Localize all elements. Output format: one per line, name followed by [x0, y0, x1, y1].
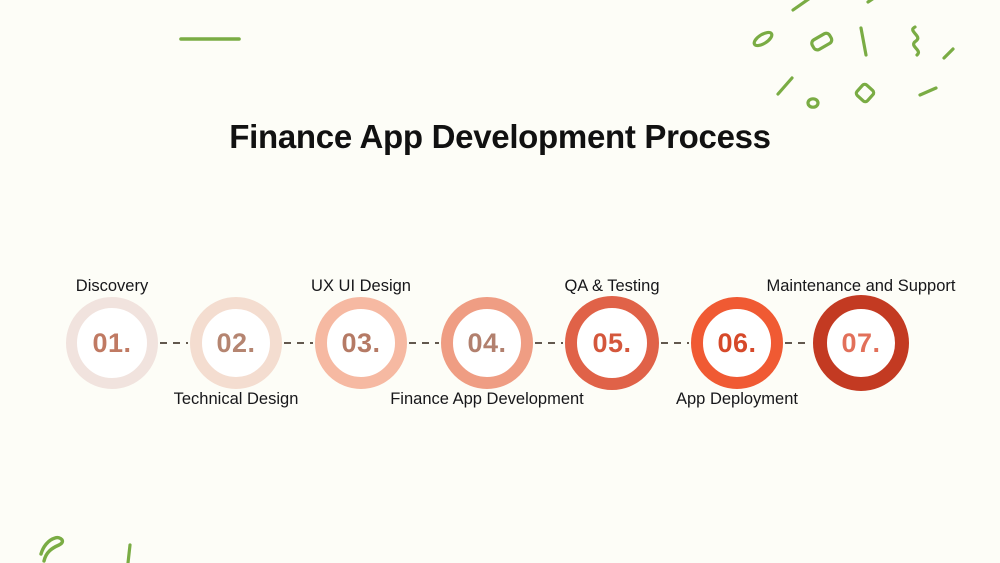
process-timeline: 01. Discovery 02. Technical Design 03. UX UI … [0, 0, 1000, 563]
step-circle-3[interactable]: 03. [315, 297, 407, 389]
step-label-2: Technical Design [173, 390, 299, 408]
step-number-1: 01. [92, 327, 132, 358]
step-label-5: QA & Testing [564, 277, 660, 295]
step-number-2: 02. [216, 327, 256, 358]
step-number-4: 04. [467, 327, 507, 358]
step-number-3: 03. [341, 327, 381, 358]
step-number-5: 05. [592, 327, 632, 358]
step-label-3: UX UI Design [311, 277, 411, 295]
infographic-canvas: Finance App Development Process 01. Disco… [0, 0, 1000, 563]
step-circle-4[interactable]: 04. [441, 297, 533, 389]
step-label-6: App Deployment [676, 390, 798, 408]
step-number-7: 07. [841, 327, 881, 358]
step-circle-6[interactable]: 06. [691, 297, 783, 389]
step-label-4: Finance App Development [390, 390, 584, 408]
step-circle-1[interactable]: 01. [66, 297, 158, 389]
step-number-6: 06. [717, 327, 757, 358]
step-label-7: Maintenance and Support [766, 277, 956, 295]
step-circle-2[interactable]: 02. [190, 297, 282, 389]
step-circle-5[interactable]: 05. [565, 296, 659, 390]
step-label-1: Discovery [75, 277, 149, 295]
step-circle-7[interactable]: 07. [813, 295, 909, 391]
